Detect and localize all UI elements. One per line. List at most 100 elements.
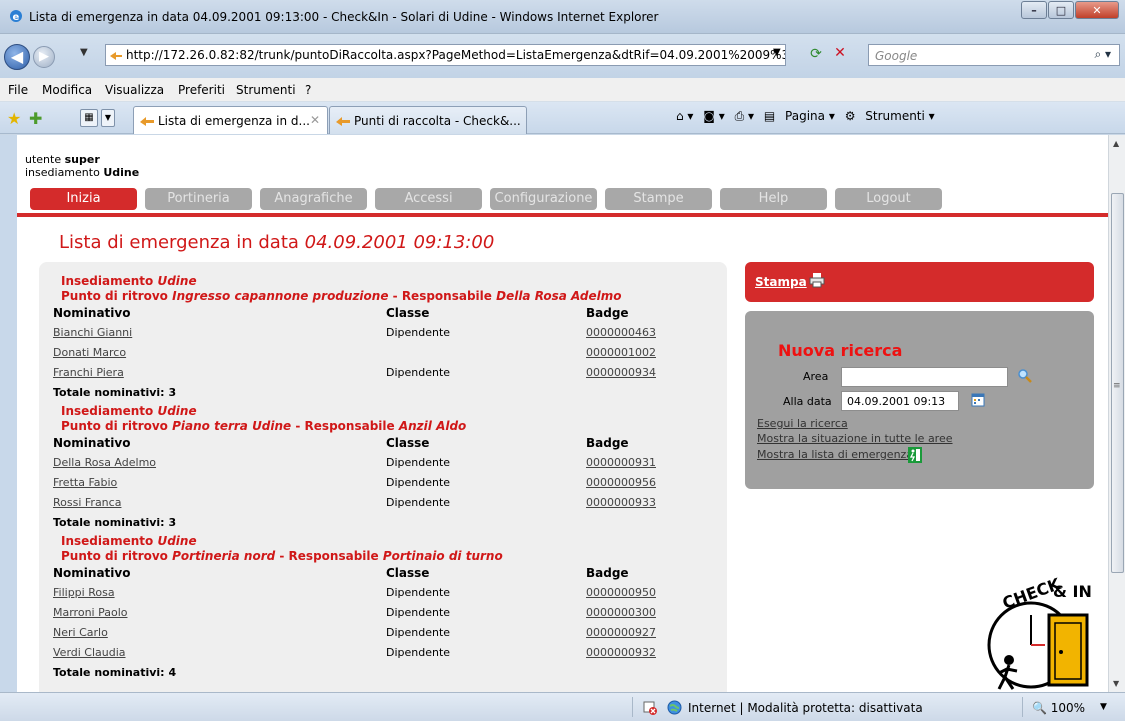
new-search-panel: Nuova ricerca Area Alla data 04.09.2001 … <box>745 311 1094 489</box>
badge-link[interactable]: 0000000934 <box>586 366 656 379</box>
badge-link[interactable]: 0000000927 <box>586 626 656 639</box>
check-in-logo: CHECK & IN <box>987 575 1092 690</box>
col-classe: Classe <box>386 436 430 450</box>
group-total: Totale nominativi: 3 <box>53 386 177 399</box>
person-link[interactable]: Bianchi Gianni <box>53 326 132 339</box>
maximize-button[interactable]: □ <box>1048 1 1074 19</box>
person-link[interactable]: Rossi Franca <box>53 496 121 509</box>
nav-configurazione[interactable]: Configurazione <box>490 188 597 210</box>
nav-help[interactable]: Help <box>720 188 827 210</box>
badge-link[interactable]: 0000000950 <box>586 586 656 599</box>
class-cell: Dipendente <box>386 326 451 339</box>
show-all-areas-link[interactable]: Mostra la situazione in tutte le aree <box>757 432 953 445</box>
nav-portineria[interactable]: Portineria <box>145 188 252 210</box>
table-row: Donati Marco 0000001002 <box>39 346 727 366</box>
history-dropdown-icon[interactable]: ▼ <box>80 47 88 58</box>
table-row: Marroni Paolo Dipendente 0000000300 <box>39 606 727 626</box>
badge-link[interactable]: 0000000300 <box>586 606 656 619</box>
tab-punti-raccolta[interactable]: Punti di raccolta - Check&... <box>329 106 527 134</box>
svg-text:& IN: & IN <box>1053 582 1092 601</box>
col-badge: Badge <box>586 566 629 580</box>
add-favorite-icon[interactable]: ✚ <box>29 109 42 128</box>
nav-logout[interactable]: Logout <box>835 188 942 210</box>
class-cell: Dipendente <box>386 646 451 659</box>
badge-link[interactable]: 0000000956 <box>586 476 656 489</box>
tab-list-dropdown-icon[interactable]: ▼ <box>101 109 115 127</box>
menu-help[interactable]: ? <box>305 83 311 97</box>
page-menu-button[interactable]: ▤ Pagina ▾ <box>764 109 835 123</box>
tab-lista-emergenza[interactable]: Lista di emergenza in d... ✕ <box>133 106 328 134</box>
run-search-link[interactable]: Esegui la ricerca <box>757 417 848 430</box>
site-info: insediamento Udine <box>25 166 140 179</box>
forward-button[interactable]: ▶ <box>33 46 55 68</box>
group-muster-point: Punto di ritrovo Ingresso capannone prod… <box>61 289 622 303</box>
home-icon[interactable]: ⌂ ▾ <box>676 109 693 123</box>
stop-icon[interactable]: ✕ <box>830 45 850 65</box>
window-title: Lista di emergenza in data 04.09.2001 09… <box>29 10 659 24</box>
badge-link[interactable]: 0000000463 <box>586 326 656 339</box>
page-arrow-icon <box>336 117 350 126</box>
refresh-icon[interactable]: ⟳ <box>806 46 826 64</box>
badge-link[interactable]: 0000000933 <box>586 496 656 509</box>
calendar-icon[interactable] <box>971 393 985 407</box>
class-cell: Dipendente <box>386 476 451 489</box>
popup-blocked-icon[interactable] <box>643 701 657 715</box>
table-row: Rossi Franca Dipendente 0000000933 <box>39 496 727 516</box>
menu-modifica[interactable]: Modifica <box>42 83 92 97</box>
person-link[interactable]: Verdi Claudia <box>53 646 126 659</box>
nav-divider <box>17 213 1108 217</box>
close-tab-icon[interactable]: ✕ <box>310 113 320 127</box>
vertical-scrollbar[interactable]: ▲ ≡ ▼ <box>1108 135 1125 692</box>
table-row: Verdi Claudia Dipendente 0000000932 <box>39 646 727 666</box>
table-row: Della Rosa Adelmo Dipendente 0000000931 <box>39 456 727 476</box>
search-icon[interactable]: ⌕ ▾ <box>1094 47 1111 62</box>
group-muster-point: Punto di ritrovo Portineria nord - Respo… <box>61 549 503 563</box>
date-input[interactable]: 04.09.2001 09:13 <box>841 391 959 411</box>
ie-logo-icon: e <box>10 10 22 23</box>
badge-link[interactable]: 0000000931 <box>586 456 656 469</box>
date-label: Alla data <box>783 395 832 408</box>
zoom-level[interactable]: 🔍 100% <box>1032 701 1085 715</box>
person-link[interactable]: Neri Carlo <box>53 626 108 639</box>
person-link[interactable]: Franchi Piera <box>53 366 124 379</box>
close-window-button[interactable]: ✕ <box>1075 1 1119 19</box>
person-link[interactable]: Filippi Rosa <box>53 586 115 599</box>
group-site: Insediamento Udine <box>61 404 197 418</box>
nav-accessi[interactable]: Accessi <box>375 188 482 210</box>
minimize-button[interactable]: – <box>1021 1 1047 19</box>
scroll-up-icon[interactable]: ▲ <box>1113 139 1119 148</box>
address-dropdown-icon[interactable]: ▼ <box>773 47 781 58</box>
menu-bar: File Modifica Visualizza Preferiti Strum… <box>0 78 1125 102</box>
scroll-down-icon[interactable]: ▼ <box>1113 679 1119 688</box>
badge-link[interactable]: 0000000932 <box>586 646 656 659</box>
print-icon[interactable]: ⎙ ▾ <box>735 109 754 123</box>
group-site: Insediamento Udine <box>61 534 197 548</box>
search-icon[interactable] <box>1017 368 1033 384</box>
person-link[interactable]: Della Rosa Adelmo <box>53 456 156 469</box>
nav-anagrafiche[interactable]: Anagrafiche <box>260 188 367 210</box>
person-link[interactable]: Marroni Paolo <box>53 606 128 619</box>
person-link[interactable]: Donati Marco <box>53 346 126 359</box>
zoom-dropdown-icon[interactable]: ▼ <box>1100 702 1107 712</box>
menu-preferiti[interactable]: Preferiti <box>178 83 225 97</box>
internet-zone-icon[interactable] <box>667 700 682 715</box>
favorites-star-icon[interactable]: ★ <box>7 109 21 128</box>
feeds-icon[interactable]: ◙ ▾ <box>703 109 724 123</box>
address-input[interactable]: http://172.26.0.82:82/trunk/puntoDiRacco… <box>105 44 786 66</box>
page-viewport: utente super insediamento Udine Inizia P… <box>17 135 1108 692</box>
quick-tabs-icon[interactable]: ▦ <box>80 109 98 127</box>
nav-stampe[interactable]: Stampe <box>605 188 712 210</box>
nav-inizia[interactable]: Inizia <box>30 188 137 210</box>
menu-visualizza[interactable]: Visualizza <box>105 83 164 97</box>
back-button[interactable]: ◀ <box>4 44 30 70</box>
area-input[interactable] <box>841 367 1008 387</box>
tools-menu-button[interactable]: ⚙ Strumenti ▾ <box>845 109 935 123</box>
show-emergency-list-link[interactable]: Mostra la lista di emergenza <box>757 448 913 461</box>
person-link[interactable]: Fretta Fabio <box>53 476 117 489</box>
menu-strumenti[interactable]: Strumenti <box>236 83 296 97</box>
menu-file[interactable]: File <box>8 83 28 97</box>
printer-icon[interactable] <box>809 272 825 288</box>
badge-link[interactable]: 0000001002 <box>586 346 656 359</box>
print-link[interactable]: Stampa <box>755 275 807 289</box>
search-input[interactable]: Google ⌕ ▾ <box>868 44 1120 66</box>
